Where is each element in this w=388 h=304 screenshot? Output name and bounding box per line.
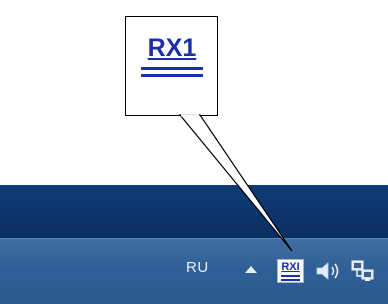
window-band <box>0 185 388 238</box>
rx1-tray-label: RXI <box>281 261 300 273</box>
rx1-tray-underline-2 <box>281 279 300 281</box>
show-hidden-icons-button[interactable] <box>245 266 257 273</box>
rx1-callout-label: RX1 <box>147 34 197 62</box>
rx1-tray-underline <box>281 275 300 277</box>
rx1-callout-underline-2 <box>141 74 203 77</box>
rx1-tray-icon[interactable]: RXI <box>277 259 304 283</box>
language-indicator[interactable]: RU <box>186 259 209 276</box>
rx1-callout-underline <box>141 67 203 70</box>
rx1-callout-icon: RX1 <box>139 33 205 97</box>
network-icon[interactable] <box>350 258 388 286</box>
volume-icon[interactable] <box>314 259 344 283</box>
